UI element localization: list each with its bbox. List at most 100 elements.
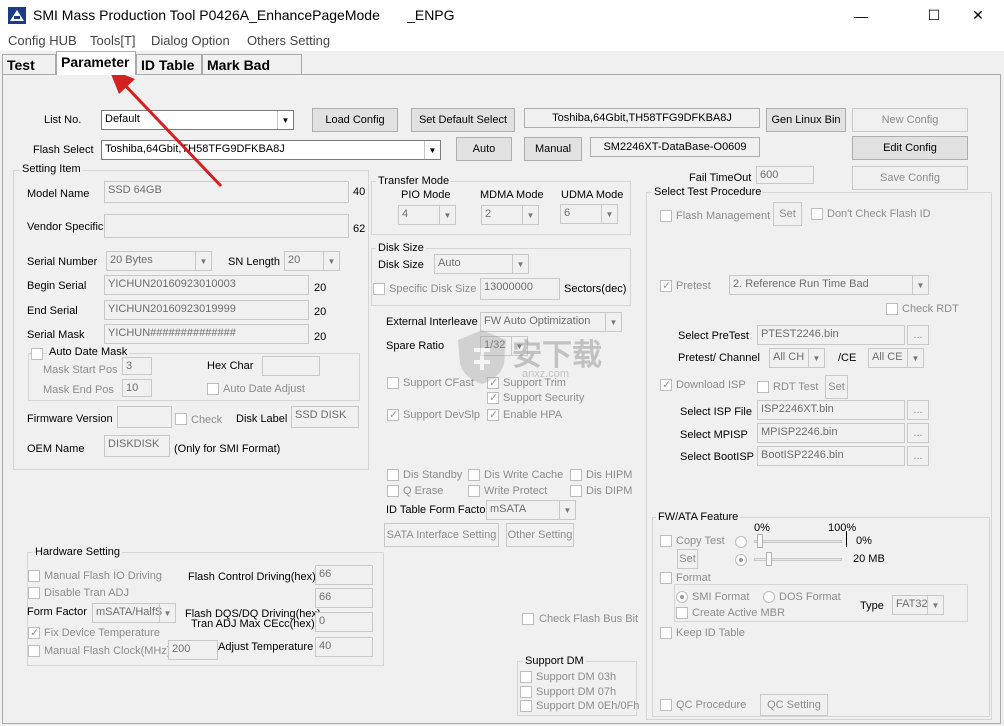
pio-mode-select[interactable]: 4 ▼ xyxy=(398,205,456,225)
other-setting-button[interactable]: Other Setting xyxy=(506,523,574,547)
pretest-select[interactable]: 2. Reference Run Time Bad ▼ xyxy=(729,275,929,295)
tab-mark-bad-info[interactable]: Mark Bad Info xyxy=(202,54,302,89)
dont-check-flash-id-checkbox[interactable] xyxy=(811,208,823,220)
serial-mask-field[interactable]: YICHUN############## xyxy=(104,324,309,344)
mask-end-pos-field[interactable]: 10 xyxy=(122,379,152,397)
ce-select[interactable]: All CE ▼ xyxy=(868,348,924,368)
load-config-button[interactable]: Load Config xyxy=(312,108,398,132)
save-config-button[interactable]: Save Config xyxy=(852,166,968,190)
check-checkbox[interactable] xyxy=(175,413,187,425)
select-pretest-field[interactable]: PTEST2246.bin xyxy=(757,325,905,345)
support-security-checkbox[interactable] xyxy=(487,391,499,404)
write-protect-checkbox[interactable] xyxy=(468,485,480,497)
list-no-select[interactable]: Default ▼ xyxy=(101,110,294,130)
close-button[interactable]: ✕ xyxy=(955,0,1001,31)
menu-others-setting[interactable]: Others Setting xyxy=(247,33,330,48)
id-table-form-factor-select[interactable]: mSATA ▼ xyxy=(486,500,576,520)
tab-parameter[interactable]: Parameter xyxy=(56,51,136,75)
support-dm-07h-checkbox[interactable] xyxy=(520,686,532,698)
create-active-mbr-checkbox[interactable] xyxy=(676,607,688,619)
flash-management-set-button[interactable]: Set xyxy=(773,202,802,226)
specific-disk-size-field[interactable]: 13000000 xyxy=(480,278,560,300)
tab-id-table[interactable]: ID Table xyxy=(136,54,202,75)
menu-dialog-option[interactable]: Dialog Option xyxy=(151,33,230,48)
rdt-test-checkbox[interactable] xyxy=(757,381,769,393)
flash-control-driving-field[interactable]: 66 xyxy=(315,565,373,585)
edit-config-button[interactable]: Edit Config xyxy=(852,136,968,160)
maximize-button[interactable]: ☐ xyxy=(911,0,957,31)
serial-number-select[interactable]: 20 Bytes ▼ xyxy=(106,251,212,271)
rdt-test-set-button[interactable]: Set xyxy=(825,375,848,399)
enable-hpa-checkbox[interactable] xyxy=(487,408,499,421)
mdma-mode-select[interactable]: 2 ▼ xyxy=(481,205,539,225)
check-rdt-checkbox[interactable] xyxy=(886,303,898,315)
copy-percent-slider-thumb[interactable] xyxy=(757,534,763,548)
gen-linux-bin-button[interactable]: Gen Linux Bin xyxy=(766,108,846,132)
mask-start-pos-field[interactable]: 3 xyxy=(122,357,152,375)
support-dm-0eh-checkbox[interactable] xyxy=(520,700,532,712)
oem-name-field[interactable]: DISKDISK xyxy=(104,435,170,457)
disk-size-select[interactable]: Auto ▼ xyxy=(434,254,529,274)
vendor-specific-field[interactable] xyxy=(104,214,349,238)
minimize-button[interactable]: — xyxy=(838,0,884,31)
firmware-version-field[interactable] xyxy=(117,406,172,428)
dos-format-radio[interactable] xyxy=(763,591,775,603)
support-devslp-checkbox[interactable] xyxy=(387,408,399,421)
select-bootisp-field[interactable]: BootISP2246.bin xyxy=(757,446,905,466)
pretest-checkbox[interactable] xyxy=(660,279,672,292)
disable-tran-adj-checkbox[interactable] xyxy=(28,587,40,599)
dis-hipm-checkbox[interactable] xyxy=(570,469,582,481)
form-factor-select[interactable]: mSATA/HalfS ▼ xyxy=(92,603,176,623)
flash-select-combo[interactable]: Toshiba,64Gbit,TH58TFG9DFKBA8J ▼ xyxy=(101,140,441,160)
copy-test-set-button[interactable]: Set xyxy=(677,549,698,569)
manual-flash-io-driving-checkbox[interactable] xyxy=(28,570,40,582)
select-pretest-browse-button[interactable]: ... xyxy=(907,325,929,345)
manual-button[interactable]: Manual xyxy=(524,137,582,161)
flash-clock-field[interactable]: 200 xyxy=(168,640,218,660)
select-mpisp-field[interactable]: MPISP2246.bin xyxy=(757,423,905,443)
begin-serial-field[interactable]: YICHUN20160923010003 xyxy=(104,275,309,295)
support-cfast-checkbox[interactable] xyxy=(387,377,399,389)
auto-button[interactable]: Auto xyxy=(456,137,512,161)
specific-disk-size-checkbox[interactable] xyxy=(373,283,385,295)
copy-size-slider-thumb[interactable] xyxy=(766,552,772,566)
channel-select[interactable]: All CH ▼ xyxy=(769,348,825,368)
qc-setting-button[interactable]: QC Setting xyxy=(760,694,828,716)
select-mpisp-browse-button[interactable]: ... xyxy=(907,423,929,443)
fail-timeout-field[interactable]: 600 xyxy=(756,166,814,184)
menu-tools[interactable]: Tools[T] xyxy=(90,33,136,48)
new-config-button[interactable]: New Config xyxy=(852,108,968,132)
copy-test-checkbox[interactable] xyxy=(660,535,672,547)
udma-mode-select[interactable]: 6 ▼ xyxy=(560,204,618,224)
format-type-select[interactable]: FAT32 ▼ xyxy=(892,595,944,615)
adjust-temperature-field[interactable]: 40 xyxy=(315,637,373,657)
flash-management-checkbox[interactable] xyxy=(660,210,672,222)
dis-standby-checkbox[interactable] xyxy=(387,469,399,481)
copy-percent-slider-track[interactable] xyxy=(754,540,842,543)
auto-date-mask-checkbox[interactable] xyxy=(31,348,43,360)
end-serial-field[interactable]: YICHUN20160923019999 xyxy=(104,300,309,320)
select-bootisp-browse-button[interactable]: ... xyxy=(907,446,929,466)
manual-flash-clock-checkbox[interactable] xyxy=(28,645,40,657)
fix-device-temperature-checkbox[interactable] xyxy=(28,626,40,639)
sata-interface-setting-button[interactable]: SATA Interface Setting xyxy=(384,523,499,547)
q-erase-checkbox[interactable] xyxy=(387,485,399,497)
tran-adj-max-cecc-field[interactable]: 0 xyxy=(315,612,373,632)
menu-config-hub[interactable]: Config HUB xyxy=(8,33,77,48)
qc-procedure-checkbox[interactable] xyxy=(660,699,672,711)
format-checkbox[interactable] xyxy=(660,572,672,584)
copy-test-percent-radio[interactable] xyxy=(735,536,747,548)
copy-test-size-radio[interactable] xyxy=(735,554,747,566)
keep-id-table-checkbox[interactable] xyxy=(660,627,672,639)
support-dm-03h-checkbox[interactable] xyxy=(520,671,532,683)
disk-label-field[interactable]: SSD DISK xyxy=(291,406,359,428)
model-name-field[interactable]: SSD 64GB xyxy=(104,181,349,203)
auto-date-adjust-checkbox[interactable] xyxy=(207,383,219,395)
select-isp-browse-button[interactable]: ... xyxy=(907,400,929,420)
dis-write-cache-checkbox[interactable] xyxy=(468,469,480,481)
set-default-select-button[interactable]: Set Default Select xyxy=(411,108,515,132)
smi-format-radio[interactable] xyxy=(676,591,688,603)
select-isp-field[interactable]: ISP2246XT.bin xyxy=(757,400,905,420)
sn-length-select[interactable]: 20 ▼ xyxy=(284,251,340,271)
tab-test[interactable]: Test xyxy=(2,54,56,75)
